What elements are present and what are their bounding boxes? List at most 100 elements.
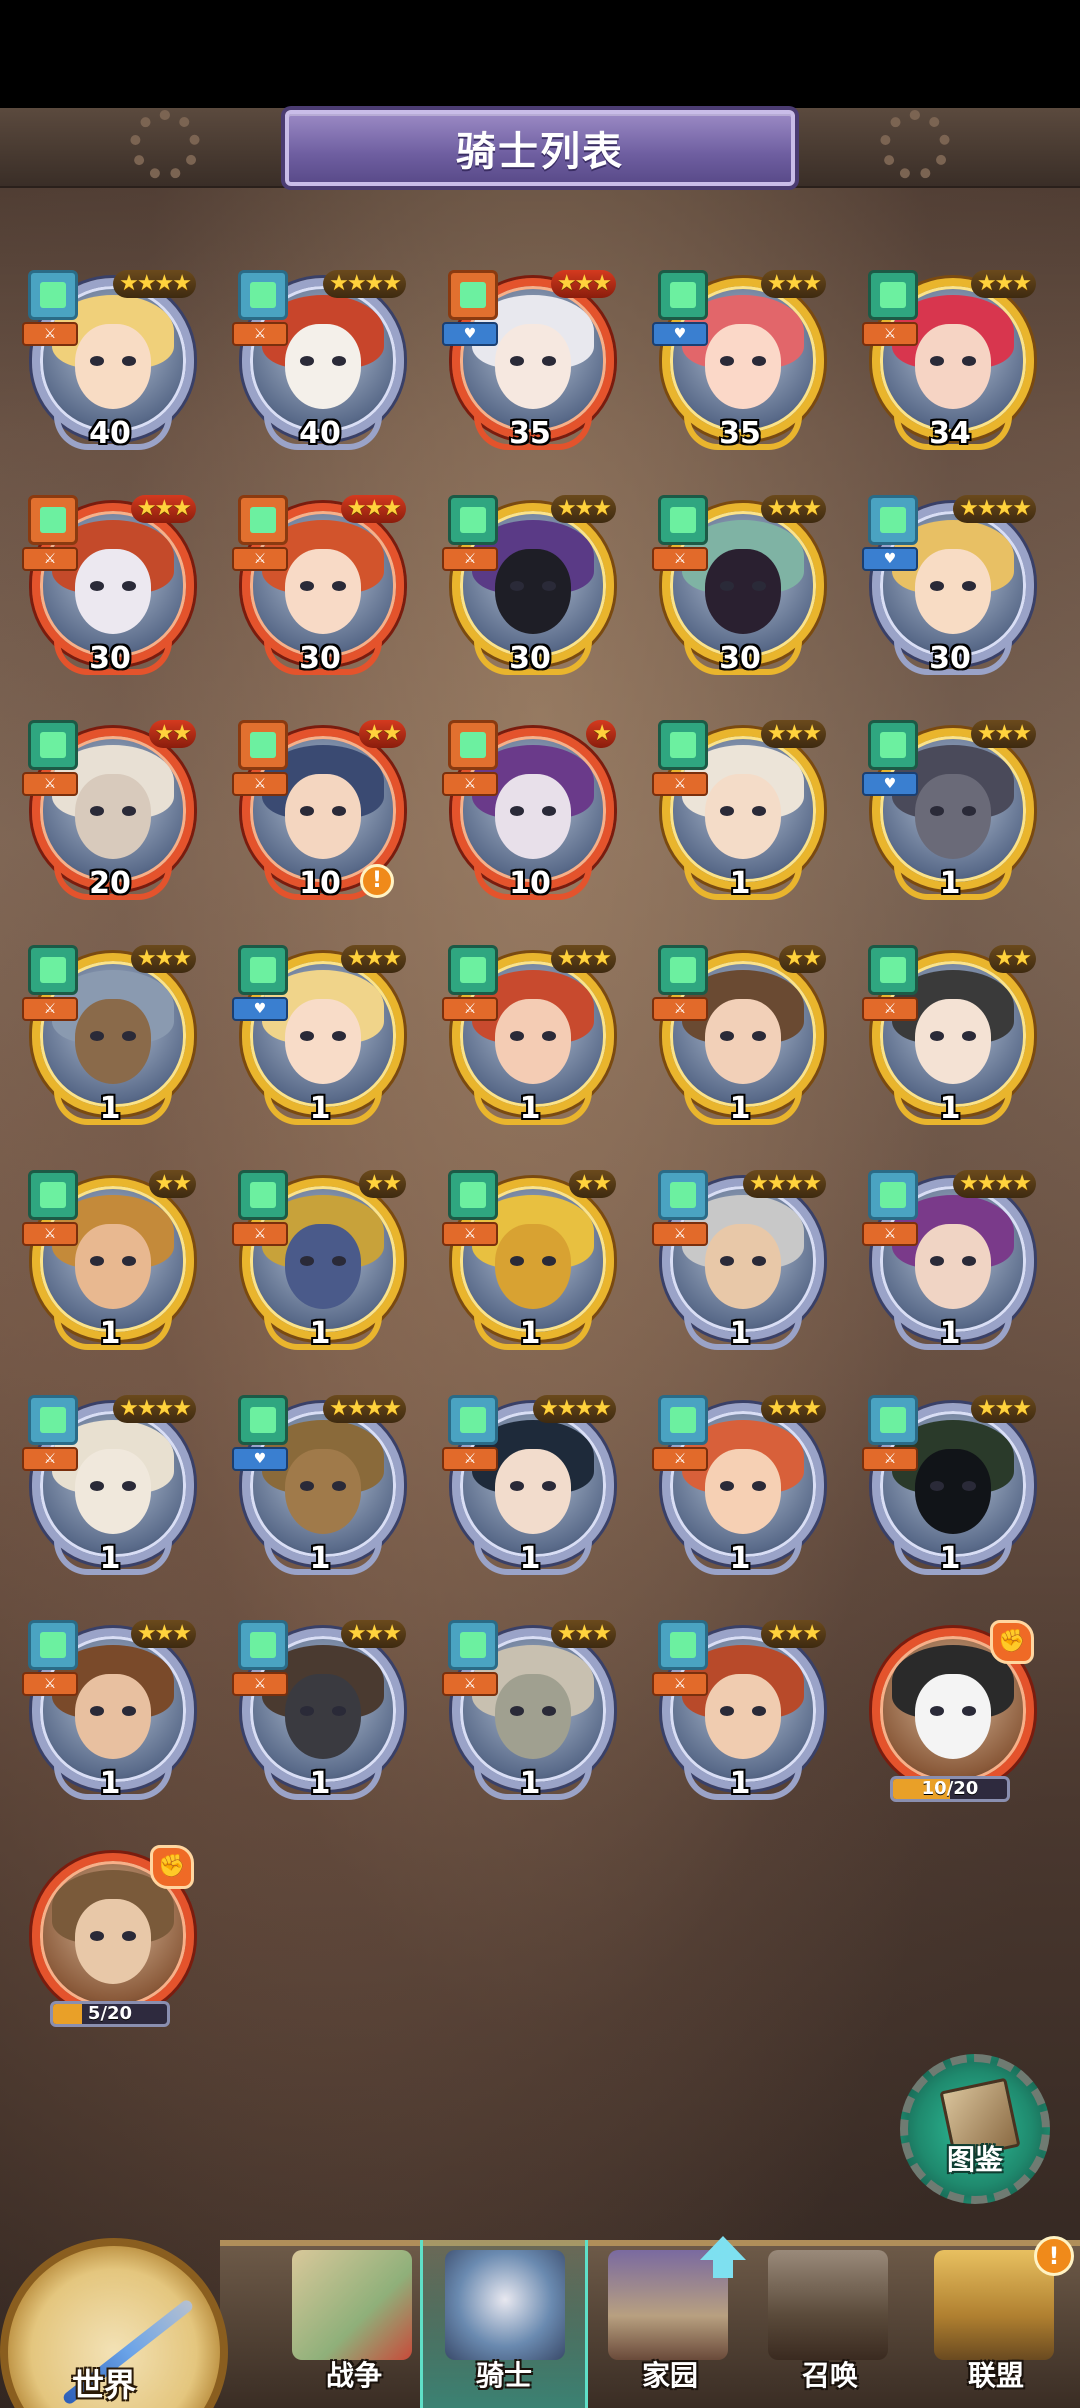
knight-card[interactable]: 1 ★★ ⚔ [860,945,1040,1135]
knight-card[interactable]: 40 ★★★★ ⚔ [230,270,410,460]
knight-card[interactable]: 40 ★★★★ ⚔ [20,270,200,460]
face-skin [75,998,151,1084]
face-skin [495,548,571,634]
class-badge-icon [28,1620,78,1670]
tab-summon[interactable]: 召唤 [746,2240,914,2408]
face-skin [285,773,361,859]
class-symbol [460,1182,486,1208]
knight-card[interactable]: 34 ★★★ ⚔ [860,270,1040,460]
knight-card[interactable]: 35 ★★★ ♥ [440,270,620,460]
knight-level: 34 [929,416,971,451]
knight-card[interactable]: 1 ★★ ⚔ [230,1170,410,1360]
face-skin [705,1673,781,1759]
knight-card[interactable]: 35 ★★★ ♥ [650,270,830,460]
knight-level: 1 [729,1766,751,1801]
knight-level: 30 [299,641,341,676]
knight-card[interactable]: 1 ★★ ⚔ [650,945,830,1135]
star-rating: ★★★★ [323,270,406,298]
fragment-knight-card[interactable]: ✊ 5/20 [20,1845,200,2035]
tab-war[interactable]: 战争 [270,2240,438,2408]
class-symbol [40,1182,66,1208]
face-skin [705,773,781,859]
knight-card[interactable]: 10 ★ ⚔ [440,720,620,910]
knight-level: 1 [519,1091,541,1126]
class-symbol [250,282,276,308]
knight-level: 1 [729,866,751,901]
knight-level: 1 [939,1091,961,1126]
knight-card[interactable]: 1 ★★★ ⚔ [650,720,830,910]
fragment-knight-card[interactable]: ✊ 10/20 [860,1620,1040,1810]
class-badge-icon [238,495,288,545]
knight-card[interactable]: 1 ★★★ ⚔ [20,1620,200,1810]
knight-level: 1 [939,1541,961,1576]
knight-card[interactable]: 1 ★★★ ⚔ [650,1620,830,1810]
face-skin [495,773,571,859]
star-rating: ★★★ [760,1395,826,1423]
class-symbol [880,1182,906,1208]
knight-level: 1 [729,1091,751,1126]
knight-card[interactable]: 1 ★★★★ ⚔ [20,1395,200,1585]
class-badge-icon [868,495,918,545]
star-rating: ★★★★ [113,270,196,298]
knight-level: 1 [99,1316,121,1351]
knight-card[interactable]: 1 ★★★ ⚔ [650,1395,830,1585]
knight-card[interactable]: 10 ★★ ⚔! [230,720,410,910]
knight-card[interactable]: 20 ★★ ⚔ [20,720,200,910]
knight-card[interactable]: 1 ★★ ⚔ [20,1170,200,1360]
class-badge-icon [448,1620,498,1670]
knight-card[interactable]: 1 ★★ ⚔ [440,1170,620,1360]
face-skin [285,1448,361,1534]
class-symbol [880,1407,906,1433]
knight-card[interactable]: 30 ★★★ ⚔ [230,495,410,685]
knight-card[interactable]: 1 ★★★★ ♥ [230,1395,410,1585]
knight-card[interactable]: 1 ★★★ ⚔ [440,945,620,1135]
knight-card[interactable]: 1 ★★★ ⚔ [860,1395,1040,1585]
knight-card[interactable]: 30 ★★★ ⚔ [20,495,200,685]
sword-role-icon: ⚔ [862,997,918,1021]
knight-card[interactable]: 1 ★★★ ♥ [230,945,410,1135]
star-rating: ★★★★ [323,1395,406,1423]
star-rating: ★★★★ [533,1395,616,1423]
star-rating: ★★★ [970,1395,1036,1423]
knight-card[interactable]: 1 ★★★★ ⚔ [440,1395,620,1585]
upgrade-fist-icon: ✊ [990,1620,1034,1664]
star-rating: ★★★ [970,720,1036,748]
star-rating: ★★ [358,1170,406,1198]
knight-card[interactable]: 1 ★★★ ⚔ [230,1620,410,1810]
class-symbol [40,1407,66,1433]
face-skin [705,1448,781,1534]
sword-role-icon: ⚔ [232,1222,288,1246]
tab-knights[interactable]: 骑士 [420,2240,588,2408]
face-skin [705,1223,781,1309]
train-icon [768,2250,888,2360]
codex-button[interactable]: 图鉴 [900,2054,1050,2204]
class-symbol [40,282,66,308]
knight-card[interactable]: 30 ★★★★ ♥ [860,495,1040,685]
class-symbol [670,282,696,308]
star-rating: ★★ [568,1170,616,1198]
knight-card[interactable]: 1 ★★★★ ⚔ [650,1170,830,1360]
knight-card[interactable]: 1 ★★★★ ⚔ [860,1170,1040,1360]
knight-card[interactable]: 1 ★★★ ⚔ [440,1620,620,1810]
class-symbol [250,507,276,533]
tab-label: 家园 [641,2359,698,2392]
knight-card[interactable]: 30 ★★★ ⚔ [440,495,620,685]
knight-level: 1 [519,1541,541,1576]
heart-role-icon: ♥ [232,1447,288,1471]
sword-role-icon: ⚔ [22,1222,78,1246]
class-badge-icon [28,1395,78,1445]
star-rating: ★★★ [760,720,826,748]
face-skin [285,1223,361,1309]
tab-label: 联盟 [967,2359,1024,2392]
face-skin [705,998,781,1084]
world-button[interactable]: 世界 [0,2230,230,2408]
face-skin [915,998,991,1084]
knight-card[interactable]: 1 ★★★ ♥ [860,720,1040,910]
upgrade-arrow-icon [700,2236,746,2282]
face-skin [75,1223,151,1309]
knight-card[interactable]: 1 ★★★ ⚔ [20,945,200,1135]
class-badge-icon [658,270,708,320]
knight-card[interactable]: 30 ★★★ ⚔ [650,495,830,685]
tab-label: 战争 [325,2359,382,2392]
heart-role-icon: ♥ [862,547,918,571]
